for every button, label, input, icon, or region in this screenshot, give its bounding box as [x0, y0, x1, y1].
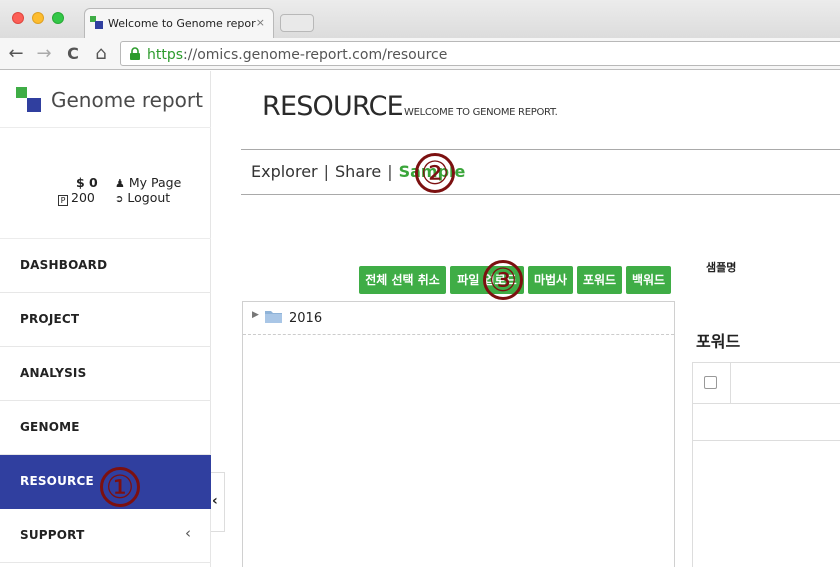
logo-text: Genome report — [51, 88, 203, 112]
tree-folder-label: 2016 — [289, 311, 323, 326]
sample-name-label: 샘플명 — [706, 261, 737, 274]
divider — [241, 194, 840, 195]
sidebar-item-genome[interactable]: GENOME — [0, 401, 211, 455]
chevron-left-icon: ‹ — [185, 524, 191, 542]
balance-value: $ 0 — [76, 175, 98, 190]
deselect-all-button[interactable]: 전체 선택 취소 — [359, 266, 446, 294]
tab-separator: | — [387, 162, 393, 181]
sidebar-item-project[interactable]: PROJECT — [0, 293, 211, 347]
logout-link[interactable]: ➲ Logout — [115, 190, 170, 205]
sidebar-item-analysis[interactable]: ANALYSIS — [0, 347, 211, 401]
lock-icon — [130, 47, 140, 60]
sidebar-item-label: SUPPORT — [20, 528, 85, 542]
browser-tab[interactable]: Welcome to Genome repor × — [84, 8, 274, 38]
tree-folder-row[interactable]: ▶ 2016 — [243, 302, 674, 335]
browser-tab-strip: Welcome to Genome repor × — [0, 0, 840, 38]
tab-title: Welcome to Genome repor — [108, 17, 256, 30]
sidebar-item-label: GENOME — [20, 420, 80, 434]
wizard-button[interactable]: 마법사 — [528, 266, 573, 294]
url-scheme: https — [147, 47, 184, 63]
reload-icon[interactable]: C — [62, 43, 84, 65]
sidebar-item-dashboard[interactable]: DASHBOARD — [0, 239, 211, 293]
balance: $ 0 — [76, 175, 98, 190]
new-tab-button[interactable] — [280, 14, 314, 32]
points-value: 200 — [71, 190, 95, 205]
page-subtitle: WELCOME TO GENOME REPORT. — [404, 107, 558, 118]
points: P 200 — [58, 190, 95, 206]
sidebar-item-support[interactable]: SUPPORT ‹ — [0, 509, 211, 563]
folder-icon — [265, 311, 282, 323]
my-page-link[interactable]: ♟ My Page — [115, 175, 181, 190]
minimize-window-icon[interactable] — [32, 12, 44, 24]
sidebar-item-label: RESOURCE — [20, 474, 94, 488]
sidebar-item-label: DASHBOARD — [20, 258, 108, 272]
sidebar-item-label: PROJECT — [20, 312, 80, 326]
user-icon: ♟ — [115, 177, 125, 190]
forward-table — [692, 362, 840, 567]
callout-2: ② — [415, 153, 455, 193]
file-tree: ▶ 2016 — [242, 301, 675, 567]
tab-separator: | — [323, 162, 330, 181]
table-header-row — [693, 363, 840, 404]
my-page-label: My Page — [128, 175, 182, 190]
chevron-left-icon: ‹ — [212, 493, 218, 509]
sidebar-collapse-button[interactable]: ‹ — [211, 472, 225, 532]
points-icon: P — [58, 195, 68, 206]
forward-section-title: 포워드 — [696, 332, 741, 351]
forward-button[interactable]: 포워드 — [577, 266, 622, 294]
browser-toolbar: ← → C ⌂ https://omics.genome-report.com/… — [0, 38, 840, 70]
forward-icon[interactable]: → — [33, 43, 55, 65]
backward-button[interactable]: 백워드 — [626, 266, 671, 294]
expand-arrow-icon[interactable]: ▶ — [252, 310, 259, 320]
back-icon[interactable]: ← — [5, 43, 27, 65]
tab-explorer[interactable]: Explorer — [251, 162, 318, 181]
favicon-icon — [90, 16, 103, 29]
url-text: https://omics.genome-report.com/resource — [147, 47, 447, 63]
table-row — [693, 404, 840, 441]
maximize-window-icon[interactable] — [52, 12, 64, 24]
tab-share[interactable]: Share — [335, 162, 381, 181]
sidebar-item-label: ANALYSIS — [20, 366, 87, 380]
home-icon[interactable]: ⌂ — [90, 43, 112, 65]
divider — [241, 149, 840, 150]
account-panel: $ 0 P 200 ♟ My Page ➲ Logout — [0, 128, 211, 239]
genome-report-logo-icon — [16, 87, 41, 112]
logout-icon: ➲ — [115, 194, 124, 205]
logo[interactable]: Genome report — [0, 71, 211, 128]
select-all-checkbox[interactable] — [704, 376, 717, 389]
page-title: RESOURCE — [262, 91, 404, 122]
callout-3: ③ — [483, 260, 523, 300]
logout-label: Logout — [127, 190, 171, 205]
tab-close-icon[interactable]: × — [256, 16, 265, 29]
callout-1: ① — [100, 467, 140, 507]
close-window-icon[interactable] — [12, 12, 24, 24]
address-bar[interactable]: https://omics.genome-report.com/resource — [120, 41, 840, 66]
column-divider — [730, 363, 731, 404]
url-rest: ://omics.genome-report.com/resource — [183, 47, 448, 63]
